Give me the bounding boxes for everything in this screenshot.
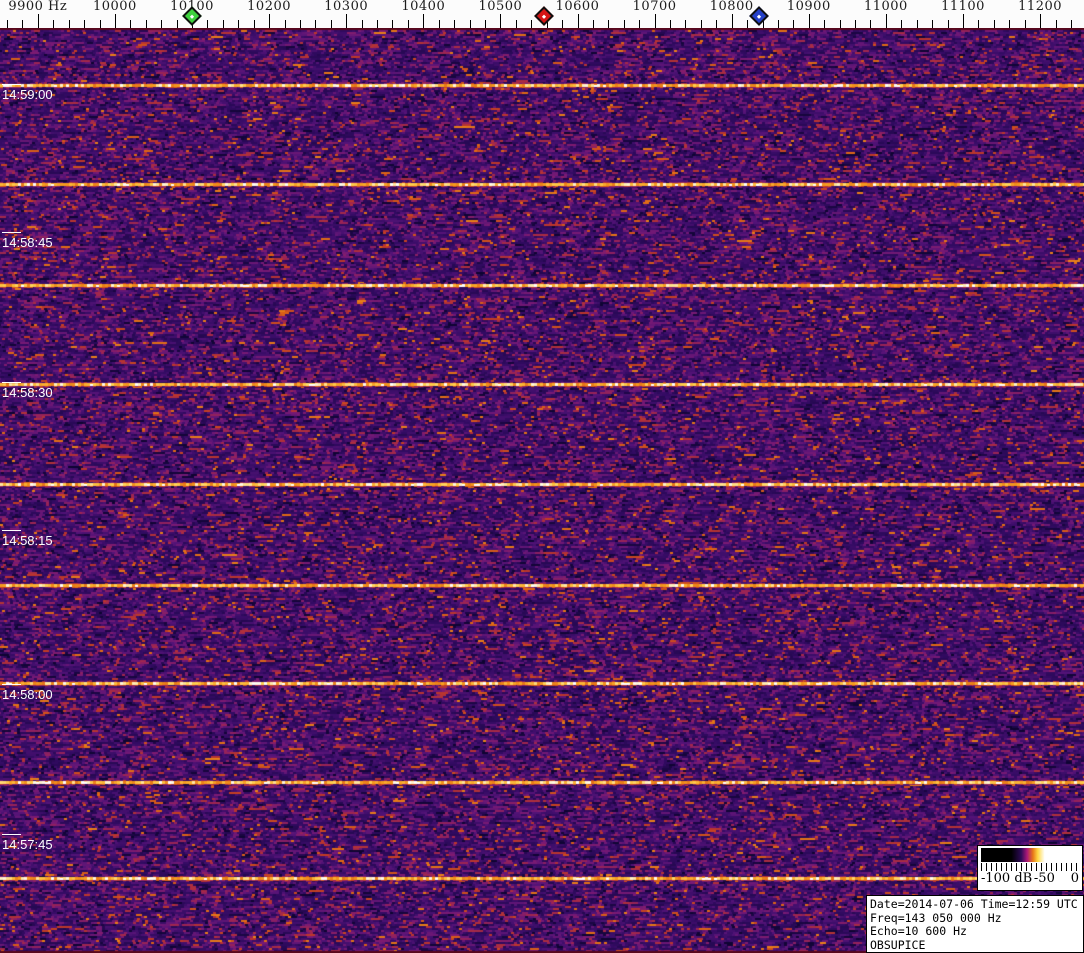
freq-minor-tick xyxy=(377,20,378,28)
freq-tick-label: 10900 xyxy=(786,0,831,14)
freq-tick-label: 10000 xyxy=(92,0,137,14)
freq-minor-tick xyxy=(870,20,872,28)
freq-minor-tick xyxy=(6,20,8,28)
freq-minor-tick xyxy=(145,20,147,28)
freq-tick-label: 10800 xyxy=(709,0,754,14)
freq-major-tick xyxy=(346,14,348,28)
freq-minor-tick xyxy=(438,20,440,28)
info-station: OBSUPICE xyxy=(870,937,926,952)
freq-minor-tick xyxy=(161,20,163,28)
db-scale-ticks xyxy=(981,863,1079,871)
freq-minor-tick xyxy=(299,20,301,28)
marker-red-diamond-icon[interactable] xyxy=(533,6,554,26)
freq-minor-tick xyxy=(947,20,949,28)
freq-minor-tick xyxy=(330,20,332,28)
freq-minor-tick xyxy=(315,20,317,28)
freq-minor-tick xyxy=(392,20,394,28)
frequency-ruler[interactable]: 9900 Hz100001010010200103001040010500106… xyxy=(0,0,1084,28)
freq-minor-tick xyxy=(253,20,255,28)
freq-tick-label: 11000 xyxy=(863,0,908,14)
freq-minor-tick xyxy=(932,20,934,28)
freq-major-tick xyxy=(731,14,733,28)
freq-minor-tick xyxy=(1055,20,1057,28)
freq-minor-tick xyxy=(777,20,779,28)
freq-minor-tick xyxy=(592,20,594,28)
freq-tick-label: 10300 xyxy=(324,0,369,14)
freq-minor-tick xyxy=(839,20,841,28)
freq-major-tick xyxy=(500,14,502,28)
freq-minor-tick xyxy=(639,20,641,28)
freq-minor-tick xyxy=(1070,20,1072,28)
freq-minor-tick xyxy=(454,20,456,28)
freq-minor-tick xyxy=(407,20,409,28)
freq-minor-tick xyxy=(824,20,826,28)
freq-minor-tick xyxy=(916,20,918,28)
freq-minor-tick xyxy=(747,20,749,28)
freq-tick-label: 10600 xyxy=(555,0,600,14)
db-scale-labels: -100 dB -50 0 xyxy=(981,871,1079,886)
info-echo: Echo=10 600 Hz xyxy=(870,924,967,938)
freq-minor-tick xyxy=(361,20,363,28)
freq-minor-tick xyxy=(238,20,240,28)
freq-tick-label: 10700 xyxy=(632,0,677,14)
freq-minor-tick xyxy=(685,20,687,28)
freq-major-tick xyxy=(963,14,964,28)
freq-minor-tick xyxy=(222,20,224,28)
freq-minor-tick xyxy=(207,20,209,28)
freq-major-tick xyxy=(114,14,116,28)
info-date-time: Date=2014-07-06 Time=12:59 UTC xyxy=(870,897,1078,911)
freq-minor-tick xyxy=(993,20,995,28)
freq-minor-tick xyxy=(793,20,795,28)
freq-minor-tick xyxy=(855,20,856,28)
freq-minor-tick xyxy=(484,20,486,28)
freq-minor-tick xyxy=(99,20,101,28)
freq-major-tick xyxy=(654,14,656,28)
freq-tick-label: 11100 xyxy=(941,0,985,14)
freq-minor-tick xyxy=(700,20,702,28)
freq-major-tick xyxy=(885,14,887,28)
colormap-gradient-bar xyxy=(981,848,1079,862)
freq-minor-tick xyxy=(1024,20,1026,28)
freq-minor-tick xyxy=(176,20,178,28)
db-label-mid: -50 xyxy=(1033,871,1055,886)
freq-minor-tick xyxy=(608,20,610,28)
freq-minor-tick xyxy=(84,20,85,28)
freq-tick-label: 11200 xyxy=(1018,0,1063,14)
freq-minor-tick xyxy=(22,20,24,28)
freq-minor-tick xyxy=(623,20,625,28)
freq-major-tick xyxy=(269,14,271,28)
spectrogram-app-window: 9900 Hz100001010010200103001040010500106… xyxy=(0,0,1084,953)
freq-minor-tick xyxy=(515,20,517,28)
waterfall-display xyxy=(0,28,1084,953)
freq-major-tick xyxy=(808,14,810,28)
db-color-scale: -100 dB -50 0 xyxy=(977,845,1083,891)
freq-minor-tick xyxy=(901,20,903,28)
freq-tick-label: 9900 Hz xyxy=(8,0,68,14)
freq-major-tick xyxy=(37,14,39,28)
freq-minor-tick xyxy=(670,20,671,28)
freq-tick-label: 10400 xyxy=(401,0,446,14)
freq-minor-tick xyxy=(978,20,980,28)
freq-tick-label: 10500 xyxy=(478,0,523,14)
freq-major-tick xyxy=(423,14,425,28)
freq-minor-tick xyxy=(130,20,132,28)
info-frequency: Freq=143 050 000 Hz xyxy=(870,910,1002,925)
freq-minor-tick xyxy=(284,20,286,28)
freq-minor-tick xyxy=(68,20,70,28)
freq-major-tick xyxy=(1040,14,1042,28)
freq-minor-tick xyxy=(562,20,563,28)
freq-tick-label: 10200 xyxy=(247,0,292,14)
freq-minor-tick xyxy=(716,20,718,28)
db-label-max: 0 xyxy=(1070,871,1079,886)
freq-minor-tick xyxy=(531,20,533,28)
freq-minor-tick xyxy=(53,20,55,28)
freq-major-tick xyxy=(577,14,579,28)
freq-minor-tick xyxy=(469,20,471,28)
db-label-min: -100 dB xyxy=(981,871,1033,886)
observation-info-box: Date=2014-07-06 Time=12:59 UTC Freq=143 … xyxy=(866,895,1084,953)
freq-minor-tick xyxy=(1009,20,1011,28)
